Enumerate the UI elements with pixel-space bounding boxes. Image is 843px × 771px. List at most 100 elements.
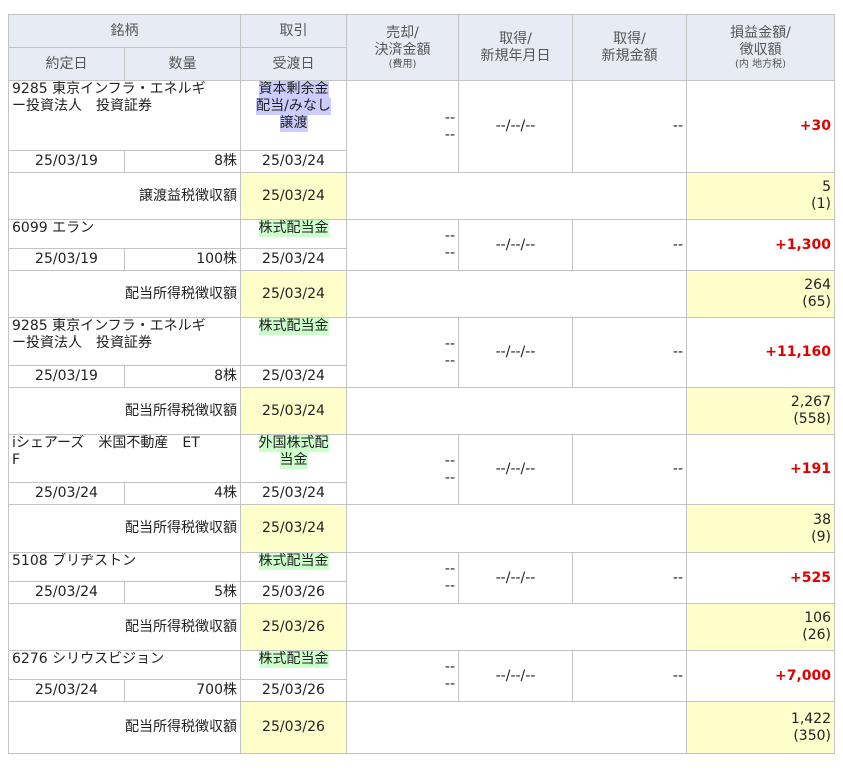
transaction-row: 9285 東京インフラ・エネルギ ー投資法人 投資証券 資本剰余金 配当/みなし 譲渡 -… [8,80,835,173]
acquisition-amount: -- [572,650,687,702]
trade-type: 外国株式配 当金 [240,434,347,483]
tax-date: 25/03/24 [240,270,347,318]
tax-amount: 1,422 (350) [686,701,835,754]
acquisition-date: --/--/-- [458,219,573,271]
delivery-date: 25/03/24 [240,150,347,173]
tax-label: 譲渡益税徴収額 [8,172,241,220]
quantity: 8株 [124,150,241,173]
tax-label: 配当所得税徴収額 [8,701,241,754]
settlement-amount: -- -- [346,650,459,702]
header-stock: 銘柄 [8,14,241,48]
tax-spacer [346,603,687,651]
tax-row: 配当所得税徴収額 25/03/24 2,267 (558) [8,387,835,435]
settlement-amount: -- -- [346,434,459,505]
tax-date: 25/03/24 [240,172,347,220]
trade-type: 株式配当金 [240,219,347,249]
contract-date: 25/03/19 [8,150,125,173]
transaction-row: 5108 ブリヂストン 株式配当金 -- -- --/--/-- -- +525 [8,552,835,604]
header-delivery-date: 受渡日 [240,47,347,81]
trade-type: 株式配当金 [240,552,347,582]
stock-name: 6276 シリウスビジョン [8,650,241,680]
header-settlement-amount: 売却/ 決済金額 (費用) [346,14,459,81]
tax-row: 配当所得税徴収額 25/03/26 1,422 (350) [8,701,835,754]
pl-amount: +7,000 [686,650,835,702]
tax-spacer [346,270,687,318]
quantity: 5株 [124,581,241,604]
transaction-row: 6276 シリウスビジョン 株式配当金 -- -- --/--/-- -- +7,000 [8,650,835,702]
header-contract-date: 約定日 [8,47,125,81]
transaction-table: 銘柄 取引 売却/ 決済金額 (費用) 取得/ 新規年月日 取得/ 新規金額 損… [8,14,835,754]
contract-date: 25/03/24 [8,679,125,702]
acquisition-amount: -- [572,219,687,271]
tax-date: 25/03/26 [240,701,347,754]
acquisition-date: --/--/-- [458,650,573,702]
contract-date: 25/03/24 [8,482,125,505]
tax-label: 配当所得税徴収額 [8,504,241,553]
header-trade: 取引 [240,14,347,48]
transaction-row: 9285 東京インフラ・エネルギ ー投資法人 投資証券 株式配当金 -- -- --/--… [8,317,835,388]
acquisition-amount: -- [572,317,687,388]
tax-date: 25/03/26 [240,603,347,651]
settlement-amount: -- -- [346,317,459,388]
tax-row: 配当所得税徴収額 25/03/24 264 (65) [8,270,835,318]
pl-amount: +30 [686,80,835,173]
transaction-row: iシェアーズ 米国不動産 ET F 外国株式配 当金 -- -- --/--/-- -- +19… [8,434,835,505]
quantity: 100株 [124,248,241,271]
pl-amount: +191 [686,434,835,505]
delivery-date: 25/03/24 [240,482,347,505]
tax-amount: 5 (1) [686,172,835,220]
tax-row: 譲渡益税徴収額 25/03/24 5 (1) [8,172,835,220]
tax-spacer [346,172,687,220]
quantity: 4株 [124,482,241,505]
tax-spacer [346,387,687,435]
tax-spacer [346,701,687,754]
transaction-row: 6099 エラン 株式配当金 -- -- --/--/-- -- +1,300 [8,219,835,271]
trade-type: 株式配当金 [240,650,347,680]
stock-name: iシェアーズ 米国不動産 ET F [8,434,241,483]
tax-row: 配当所得税徴収額 25/03/26 106 (26) [8,603,835,651]
tax-amount: 106 (26) [686,603,835,651]
delivery-date: 25/03/24 [240,365,347,388]
acquisition-amount: -- [572,80,687,173]
tax-date: 25/03/24 [240,504,347,553]
table-header: 銘柄 取引 売却/ 決済金額 (費用) 取得/ 新規年月日 取得/ 新規金額 損… [8,14,835,81]
header-acquisition-amount: 取得/ 新規金額 [572,14,687,81]
contract-date: 25/03/19 [8,248,125,271]
delivery-date: 25/03/26 [240,581,347,604]
acquisition-amount: -- [572,552,687,604]
pl-amount: +11,160 [686,317,835,388]
stock-name: 6099 エラン [8,219,241,249]
header-acquisition-date: 取得/ 新規年月日 [458,14,573,81]
table-body: 9285 東京インフラ・エネルギ ー投資法人 投資証券 資本剰余金 配当/みなし 譲渡 -… [8,80,835,754]
contract-date: 25/03/19 [8,365,125,388]
header-quantity: 数量 [124,47,241,81]
contract-date: 25/03/24 [8,581,125,604]
trade-type: 資本剰余金 配当/みなし 譲渡 [240,80,347,151]
stock-name: 9285 東京インフラ・エネルギ ー投資法人 投資証券 [8,317,241,366]
stock-name: 9285 東京インフラ・エネルギ ー投資法人 投資証券 [8,80,241,151]
acquisition-date: --/--/-- [458,80,573,173]
delivery-date: 25/03/24 [240,248,347,271]
tax-label: 配当所得税徴収額 [8,387,241,435]
trade-type: 株式配当金 [240,317,347,366]
settlement-amount: -- -- [346,219,459,271]
acquisition-amount: -- [572,434,687,505]
quantity: 8株 [124,365,241,388]
acquisition-date: --/--/-- [458,434,573,505]
tax-row: 配当所得税徴収額 25/03/24 38 (9) [8,504,835,553]
settlement-amount: -- -- [346,80,459,173]
tax-amount: 264 (65) [686,270,835,318]
tax-amount: 2,267 (558) [686,387,835,435]
pl-amount: +1,300 [686,219,835,271]
acquisition-date: --/--/-- [458,317,573,388]
pl-amount: +525 [686,552,835,604]
tax-spacer [346,504,687,553]
tax-label: 配当所得税徴収額 [8,603,241,651]
settlement-amount: -- -- [346,552,459,604]
header-pl-amount: 損益金額/ 徴収額 (内 地方税) [686,14,835,81]
stock-name: 5108 ブリヂストン [8,552,241,582]
quantity: 700株 [124,679,241,702]
delivery-date: 25/03/26 [240,679,347,702]
tax-label: 配当所得税徴収額 [8,270,241,318]
acquisition-date: --/--/-- [458,552,573,604]
